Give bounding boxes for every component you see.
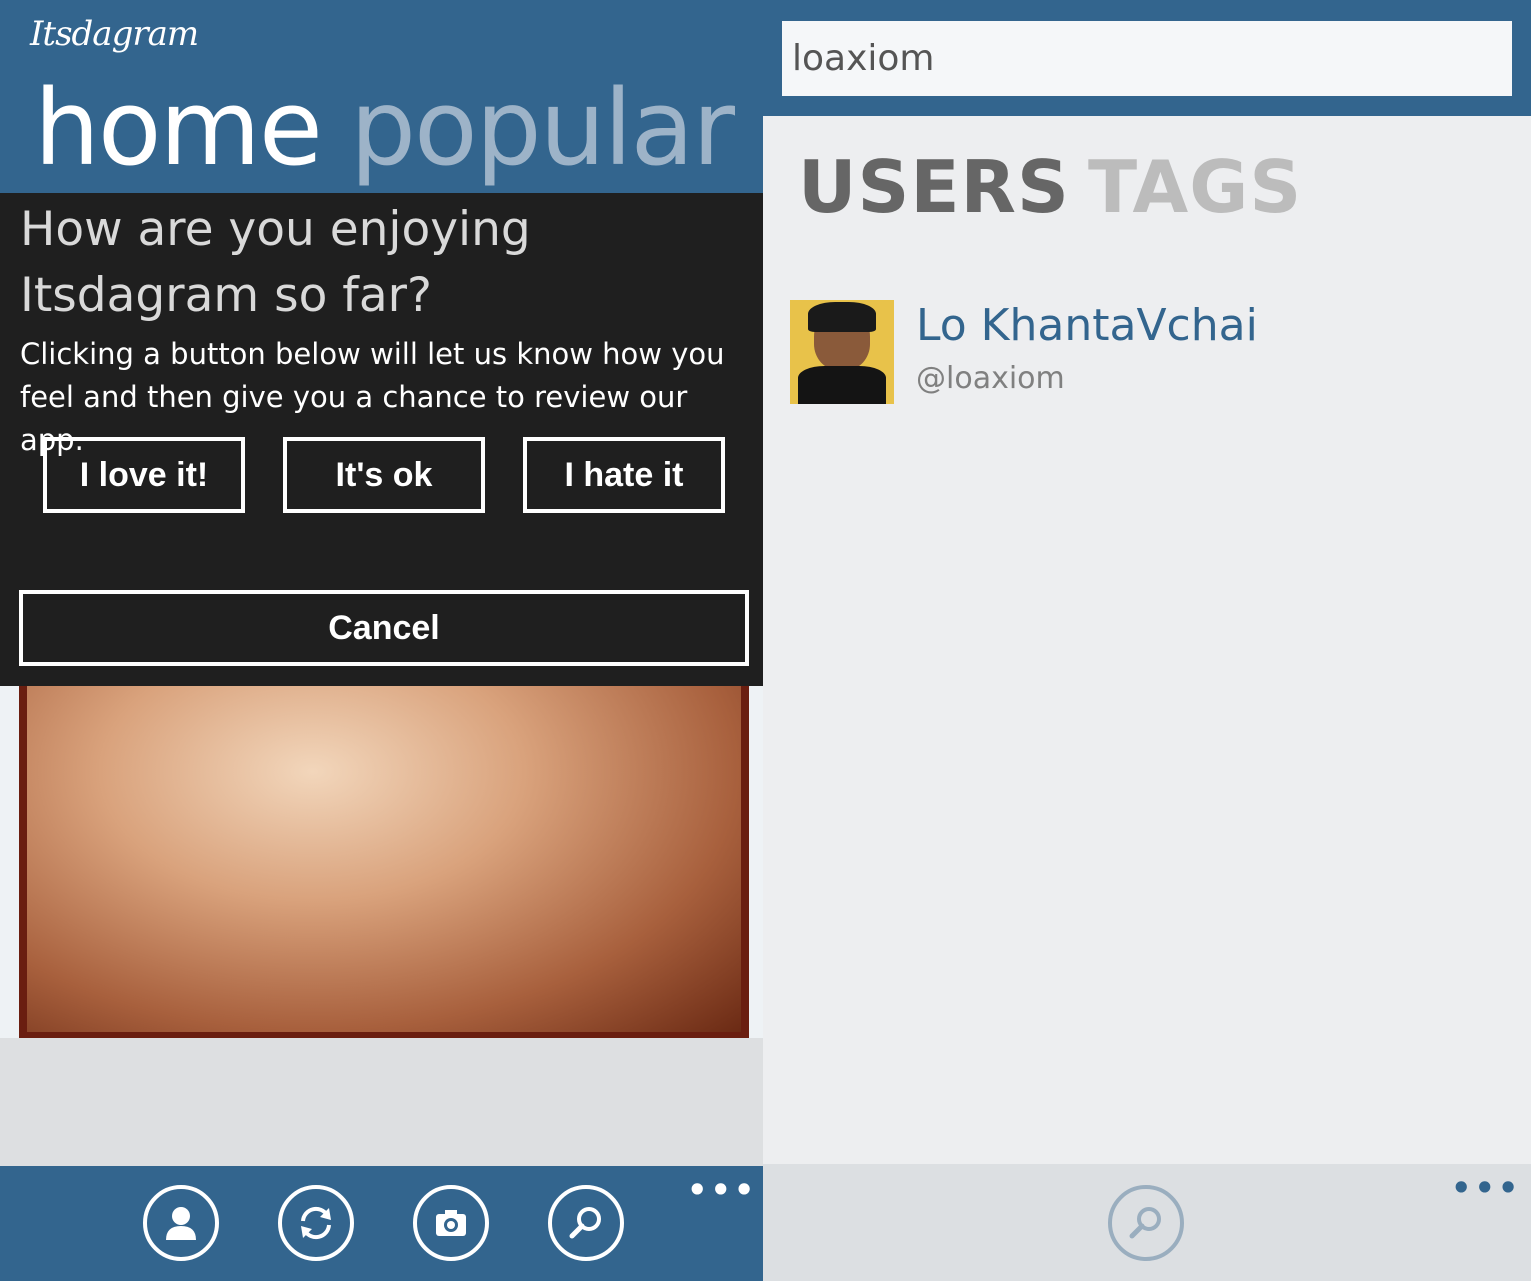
hate-it-button[interactable]: I hate it xyxy=(523,437,725,513)
pivot-popular[interactable]: popular xyxy=(350,66,735,190)
left-screen: Itsdagram home popular How are you enjoy… xyxy=(0,0,763,1281)
dialog-title: How are you enjoying Itsdagram so far? xyxy=(20,202,531,323)
its-ok-button[interactable]: It's ok xyxy=(283,437,485,513)
app-bar: ••• xyxy=(763,1164,1531,1281)
search-input[interactable] xyxy=(782,21,1512,96)
feed-photo[interactable] xyxy=(19,660,749,1038)
camera-icon xyxy=(436,1210,466,1236)
search-icon xyxy=(569,1207,601,1239)
more-options-icon[interactable]: ••• xyxy=(1451,1172,1521,1204)
refresh-button[interactable] xyxy=(278,1185,354,1261)
tab-users[interactable]: USERS xyxy=(798,142,1070,232)
search-button[interactable] xyxy=(1108,1185,1184,1261)
app-logo: Itsdagram xyxy=(30,14,199,54)
feed-footer xyxy=(0,1038,763,1166)
avatar xyxy=(790,300,894,404)
love-it-button[interactable]: I love it! xyxy=(43,437,245,513)
app-header: Itsdagram home popular xyxy=(0,0,763,194)
right-screen: USERS TAGS Lo KhantaVchai @loaxiom ••• xyxy=(763,0,1531,1281)
feed-photo-content xyxy=(27,660,741,1032)
search-header xyxy=(763,0,1531,116)
profile-icon xyxy=(166,1207,196,1240)
user-name: Lo KhantaVchai xyxy=(916,300,1258,351)
user-result-item[interactable]: Lo KhantaVchai @loaxiom xyxy=(790,300,1490,406)
app-bar: ••• xyxy=(0,1166,763,1281)
user-handle: @loaxiom xyxy=(916,361,1065,396)
refresh-icon xyxy=(301,1206,331,1240)
pivot-home[interactable]: home xyxy=(34,66,323,190)
search-icon xyxy=(1129,1207,1161,1239)
camera-button[interactable] xyxy=(413,1185,489,1261)
profile-button[interactable] xyxy=(143,1185,219,1261)
more-options-icon[interactable]: ••• xyxy=(687,1174,757,1206)
search-button[interactable] xyxy=(548,1185,624,1261)
cancel-button[interactable]: Cancel xyxy=(19,590,749,666)
tab-tags[interactable]: TAGS xyxy=(1088,142,1302,232)
rating-dialog: How are you enjoying Itsdagram so far? C… xyxy=(0,193,763,686)
